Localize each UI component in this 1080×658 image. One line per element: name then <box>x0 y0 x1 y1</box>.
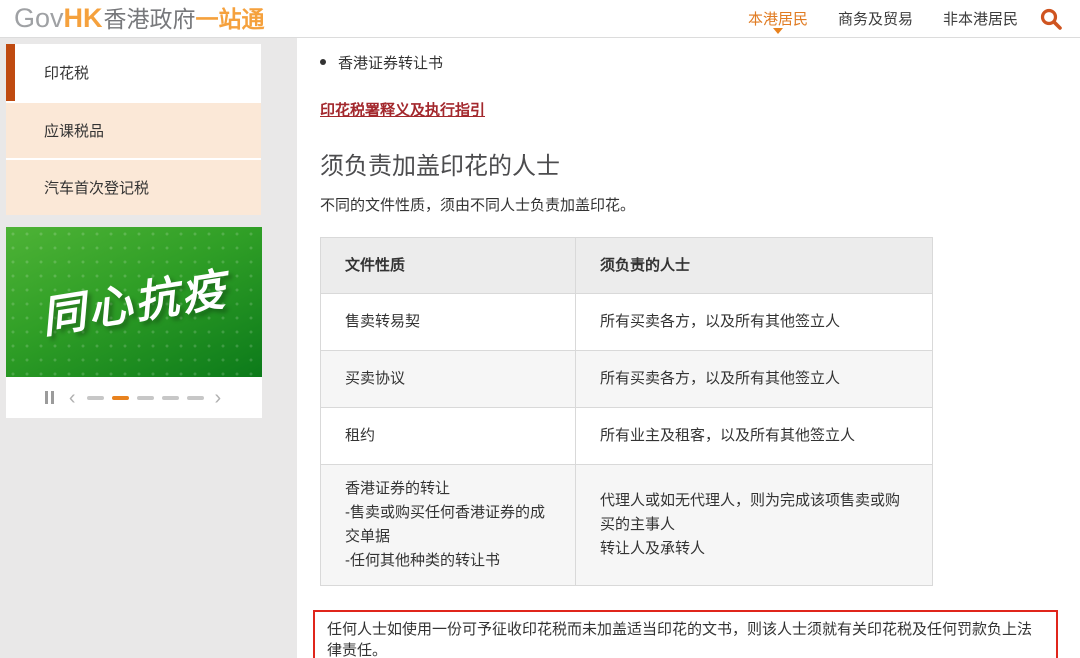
sidebar-item-label: 汽车首次登记税 <box>44 177 149 198</box>
carousel-dash-5[interactable] <box>187 396 204 400</box>
sidebar-item-stamp-duty[interactable]: 印花税 <box>6 44 261 101</box>
govhk-logo[interactable]: GovHK香港政府一站通 <box>14 5 265 32</box>
table-row: 租约 所有业主及租客，以及所有其他签立人 <box>321 408 933 465</box>
nav-non-residents[interactable]: 非本港居民 <box>943 2 1018 35</box>
list-item-hk-stock-instrument: 香港证券转让书 <box>320 52 1058 73</box>
top-header: GovHK香港政府一站通 本港居民 商务及贸易 非本港居民 <box>0 0 1080 38</box>
cell-document: 租约 <box>321 408 576 465</box>
search-icon <box>1039 7 1063 31</box>
intro-paragraph: 不同的文件性质，须由不同人士负责加盖印花。 <box>320 194 1058 215</box>
legal-liability-notice: 任何人士如使用一份可予征收印花税而未加盖适当印花的文书，则该人士须就有关印花税及… <box>313 610 1058 658</box>
pause-icon[interactable] <box>45 391 54 404</box>
interpretation-guidelines-link[interactable]: 印花税署释义及执行指引 <box>320 99 485 120</box>
table-row: 买卖协议 所有买卖各方，以及所有其他签立人 <box>321 351 933 408</box>
banner-slogan: 同心抗疫 <box>6 248 262 351</box>
carousel-dash-1[interactable] <box>87 396 104 400</box>
carousel-dash-2-active[interactable] <box>112 396 129 400</box>
nav-business-trade[interactable]: 商务及贸易 <box>838 2 913 35</box>
cell-person: 所有业主及租客，以及所有其他签立人 <box>576 408 933 465</box>
left-column: 印花税 应课税品 汽车首次登记税 同心抗疫 ‹ › <box>0 38 297 658</box>
nav-local-residents[interactable]: 本港居民 <box>748 2 808 35</box>
page-body: 印花税 应课税品 汽车首次登记税 同心抗疫 ‹ › <box>0 38 1080 658</box>
sidebar-menu: 印花税 应课税品 汽车首次登记税 <box>6 44 261 215</box>
cell-person: 所有买卖各方，以及所有其他签立人 <box>576 351 933 408</box>
column-header-document-nature: 文件性质 <box>321 238 576 294</box>
sidebar-item-label: 应课税品 <box>44 120 104 141</box>
chevron-right-icon[interactable]: › <box>213 388 224 408</box>
cell-document: 售卖转易契 <box>321 294 576 351</box>
carousel-controls: ‹ › <box>6 377 262 418</box>
cell-person: 代理人或如无代理人，则为完成该项售卖或购买的主事人 转让人及承转人 <box>576 465 933 586</box>
logo-gov: Gov <box>14 5 64 32</box>
top-navigation: 本港居民 商务及贸易 非本港居民 <box>748 2 1018 35</box>
logo-hk: HK <box>64 5 103 32</box>
search-button[interactable] <box>1038 6 1064 32</box>
logo-chinese: 香港政府 <box>104 8 196 31</box>
page-title: 须负责加盖印花的人士 <box>320 146 1058 181</box>
cell-person: 所有买卖各方，以及所有其他签立人 <box>576 294 933 351</box>
column-header-liable-person: 须负责的人士 <box>576 238 933 294</box>
table-header-row: 文件性质 须负责的人士 <box>321 238 933 294</box>
cell-document: 买卖协议 <box>321 351 576 408</box>
promo-banner-anti-epidemic[interactable]: 同心抗疫 <box>6 227 262 377</box>
main-content: 香港证券转让书 印花税署释义及执行指引 须负责加盖印花的人士 不同的文件性质，须… <box>297 38 1080 658</box>
liable-persons-table: 文件性质 须负责的人士 售卖转易契 所有买卖各方，以及所有其他签立人 买卖协议 … <box>320 237 933 586</box>
table-row: 售卖转易契 所有买卖各方，以及所有其他签立人 <box>321 294 933 351</box>
carousel-dash-4[interactable] <box>162 396 179 400</box>
sidebar-item-motor-vehicle-tax[interactable]: 汽车首次登记税 <box>6 158 261 215</box>
carousel-indicators <box>87 396 204 400</box>
logo-suffix: 一站通 <box>196 8 265 31</box>
sidebar-item-label: 印花税 <box>44 62 89 83</box>
carousel-dash-3[interactable] <box>137 396 154 400</box>
table-row: 香港证券的转让 -售卖或购买任何香港证券的成交单据 -任何其他种类的转让书 代理… <box>321 465 933 586</box>
cell-document: 香港证券的转让 -售卖或购买任何香港证券的成交单据 -任何其他种类的转让书 <box>321 465 576 586</box>
bullet-text: 香港证券转让书 <box>338 52 443 73</box>
bullet-icon <box>320 59 326 65</box>
sidebar-item-dutiable-commodities[interactable]: 应课税品 <box>6 101 261 158</box>
chevron-left-icon[interactable]: ‹ <box>67 388 78 408</box>
